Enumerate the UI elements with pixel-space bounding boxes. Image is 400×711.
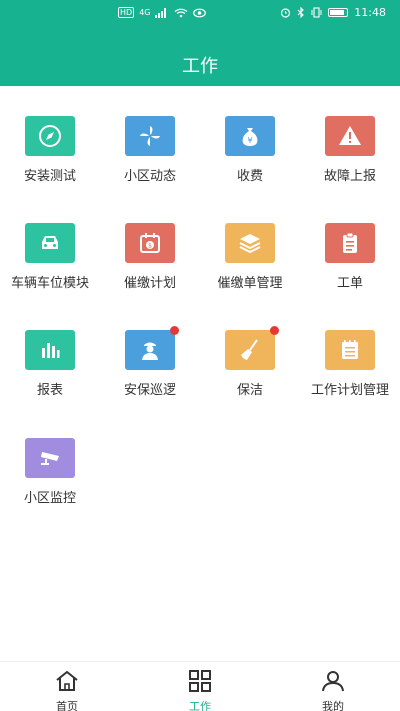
- user-icon: [322, 671, 344, 692]
- wifi-icon: [175, 8, 188, 17]
- grid-item-dunning-notice-management[interactable]: 催缴单管理: [200, 223, 300, 313]
- notepad-icon: [325, 330, 375, 370]
- tab-label: 首页: [56, 700, 78, 711]
- grid-item-work-plan-management[interactable]: 工作计划管理: [300, 330, 400, 420]
- grid-item-label: 安装测试: [23, 169, 76, 184]
- notification-badge: [170, 326, 179, 335]
- network-badge: HD: [118, 7, 135, 18]
- tab-label: 工作: [189, 700, 211, 711]
- grid-item-label: 小区动态: [123, 169, 176, 184]
- grid-item-label: 催缴计划: [123, 276, 176, 291]
- grid-item-install-test[interactable]: 安装测试: [0, 116, 100, 206]
- tab-work[interactable]: 工作: [170, 668, 230, 711]
- broom-icon: [225, 326, 279, 370]
- grid-item-label: 小区监控: [23, 491, 76, 506]
- grid-item-reports[interactable]: 报表: [0, 330, 100, 420]
- header-bar: HD 4G 11:48 工作: [0, 0, 400, 86]
- status-bar: HD 4G 11:48: [0, 0, 400, 26]
- grid-item-cleaning[interactable]: 保洁: [200, 326, 300, 420]
- money-bag-icon: ¥: [225, 116, 275, 156]
- grid-item-label: 保洁: [236, 383, 263, 398]
- notification-badge: [270, 326, 279, 335]
- compass-icon: [25, 116, 75, 156]
- grid-item-label: 收费: [236, 169, 263, 184]
- battery-icon: [328, 8, 349, 17]
- eye-icon: [193, 8, 207, 17]
- alarm-icon: [281, 8, 291, 18]
- grid-icon: [189, 670, 211, 692]
- signal-icon: [155, 7, 167, 18]
- grid-item-vehicle-parking[interactable]: 车辆车位模块: [0, 223, 100, 313]
- status-right: 11:48: [280, 6, 386, 19]
- grid-item-label: 车辆车位模块: [10, 276, 89, 291]
- grid-item-community-news[interactable]: 小区动态: [100, 116, 200, 206]
- pinwheel-icon: [125, 116, 175, 156]
- layers-icon: [225, 223, 275, 263]
- vibrate-icon: [311, 7, 322, 18]
- grid-item-fault-report[interactable]: 故障上报: [300, 116, 400, 206]
- grid-item-work-order[interactable]: 工单: [300, 223, 400, 313]
- bluetooth-icon: [297, 7, 305, 18]
- grid-item-label: 工作计划管理: [310, 383, 389, 398]
- grid-item-label: 故障上报: [323, 169, 376, 184]
- tab-profile[interactable]: 我的: [303, 668, 363, 711]
- grid-item-fees[interactable]: ¥ 收费: [200, 116, 300, 206]
- grid-item-label: 报表: [36, 383, 63, 398]
- tab-label: 我的: [322, 700, 344, 711]
- security-guard-icon: [125, 326, 179, 370]
- grid-item-security-patrol[interactable]: 安保巡逻: [100, 326, 200, 420]
- calendar-money-icon: $: [125, 223, 175, 263]
- svg-text:¥: ¥: [247, 136, 252, 145]
- bottom-tab-bar: 首页 工作 我的: [0, 661, 400, 711]
- status-time: 11:48: [354, 6, 386, 19]
- clipboard-icon: [325, 223, 375, 263]
- warning-icon: [325, 116, 375, 156]
- car-icon: [25, 223, 75, 263]
- page-title: 工作: [182, 56, 218, 77]
- tab-home[interactable]: 首页: [37, 668, 97, 711]
- grid-item-dunning-plan[interactable]: $ 催缴计划: [100, 223, 200, 313]
- bar-chart-icon: [25, 330, 75, 370]
- signal-label: 4G: [139, 8, 151, 17]
- app-screen: HD 4G 11:48 工作 安装测试 小区动态 ¥ 收费 故障上报 车辆车位模…: [0, 0, 400, 711]
- grid-item-community-monitoring[interactable]: 小区监控: [0, 438, 100, 528]
- svg-text:$: $: [148, 243, 152, 250]
- grid-item-label: 工单: [336, 276, 363, 291]
- grid-item-label: 催缴单管理: [217, 276, 283, 291]
- cctv-camera-icon: [25, 438, 75, 478]
- status-left: HD 4G: [118, 7, 207, 18]
- home-icon: [56, 670, 78, 691]
- grid-item-label: 安保巡逻: [123, 383, 176, 398]
